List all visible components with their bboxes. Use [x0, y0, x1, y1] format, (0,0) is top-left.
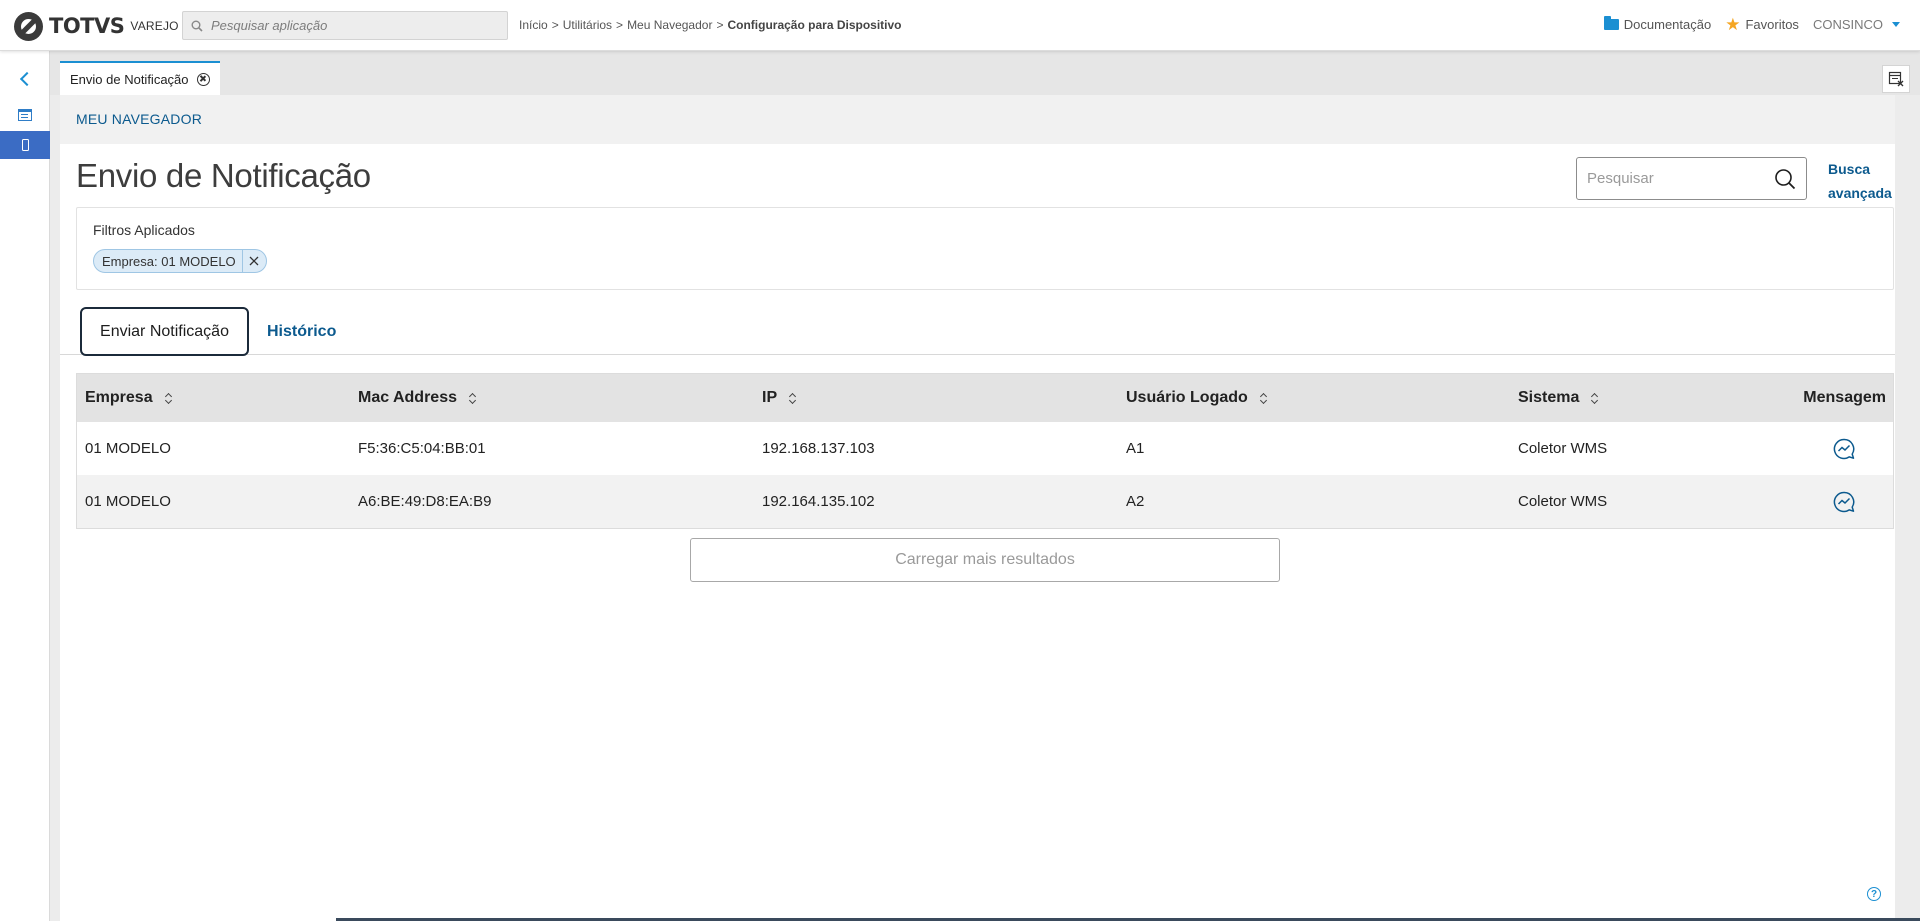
totvs-logo[interactable]: TOTVS VAREJO [14, 11, 179, 41]
chevron-down-icon [1892, 22, 1900, 27]
close-icon [249, 256, 259, 266]
cell-sistema: Coletor WMS [1518, 440, 1608, 457]
remove-filter-button[interactable] [241, 250, 266, 272]
cell-sistema: Coletor WMS [1518, 493, 1608, 510]
header-actions: Documentação ★ Favoritos CONSINCO [1603, 16, 1900, 33]
cell-usuario: A2 [1126, 493, 1145, 510]
page-search-box[interactable] [1576, 157, 1807, 200]
column-label: Empresa [85, 389, 153, 406]
devices-table: Empresa Mac Address IP Usuário Logado Si… [76, 373, 1894, 529]
column-header-sistema[interactable]: Sistema [1518, 374, 1598, 422]
send-message-icon[interactable] [1833, 491, 1855, 513]
tab-historico[interactable]: Histórico [267, 307, 336, 356]
cell-usuario: A1 [1126, 440, 1145, 457]
search-icon [183, 20, 211, 32]
sort-icon[interactable] [469, 393, 476, 404]
column-label: IP [762, 389, 778, 406]
table-header: Empresa Mac Address IP Usuário Logado Si… [77, 374, 1893, 422]
filters-label: Filtros Aplicados [93, 222, 195, 238]
table-row: 01 MODELO F5:36:C5:04:BB:01 192.168.137.… [77, 422, 1893, 475]
top-bar: TOTVS VAREJO Início>Utilitários>Meu Nave… [0, 0, 1920, 51]
sort-icon[interactable] [165, 393, 172, 404]
breadcrumb-separator: > [716, 18, 724, 32]
sort-icon[interactable] [1260, 393, 1267, 404]
breadcrumb-item-utilitarios[interactable]: Utilitários [563, 18, 612, 32]
documentation-link[interactable]: Documentação [1603, 16, 1712, 32]
app-search-input[interactable] [211, 18, 491, 33]
filter-chip-empresa: Empresa: 01 MODELO [93, 249, 267, 273]
table-row: 01 MODELO A6:BE:49:D8:EA:B9 192.164.135.… [77, 475, 1893, 528]
column-label: Usuário Logado [1126, 389, 1248, 406]
close-all-tabs-button[interactable] [1882, 65, 1910, 93]
rail-item-calendar[interactable] [0, 101, 50, 129]
breadcrumb-separator: > [616, 18, 624, 32]
star-icon: ★ [1725, 15, 1741, 34]
tab-enviar-notificacao[interactable]: Enviar Notificação [80, 307, 249, 356]
applied-filters: Filtros Aplicados Empresa: 01 MODELO [76, 207, 1894, 290]
logo-subtitle: VAREJO [130, 19, 179, 33]
window-list-icon [1888, 71, 1904, 87]
user-menu[interactable]: CONSINCO [1813, 17, 1900, 32]
column-header-empresa[interactable]: Empresa [85, 374, 172, 422]
mobile-device-icon [21, 139, 29, 151]
send-message-icon[interactable] [1833, 438, 1855, 460]
advanced-search-link[interactable]: Busca avançada [1828, 157, 1898, 205]
chevron-left-icon [19, 71, 35, 87]
calendar-icon [18, 109, 32, 121]
search-icon[interactable] [1774, 168, 1796, 190]
help-icon[interactable]: ? [1867, 887, 1881, 901]
close-icon[interactable] [196, 72, 210, 86]
main-panel: MEU NAVEGADOR Envio de Notificação Busca… [60, 95, 1895, 921]
work-tab-label: Envio de Notificação [70, 71, 189, 87]
filter-chip-label: Empresa: 01 MODELO [102, 253, 236, 269]
column-header-usuario-logado[interactable]: Usuário Logado [1126, 374, 1267, 422]
app-search-box[interactable] [182, 11, 508, 40]
rail-item-device[interactable] [0, 131, 50, 159]
cell-ip: 192.164.135.102 [762, 493, 875, 510]
column-label: Mensagem [1803, 389, 1886, 406]
section-header: MEU NAVEGADOR [60, 95, 1895, 144]
column-label: Mac Address [358, 389, 457, 406]
sort-icon[interactable] [1591, 393, 1598, 404]
folder-icon [1603, 16, 1619, 30]
page-search-input[interactable] [1587, 170, 1767, 187]
cell-empresa: 01 MODELO [85, 493, 171, 510]
column-header-mac-address[interactable]: Mac Address [358, 374, 476, 422]
collapse-button[interactable] [0, 65, 50, 93]
totvs-logo-icon [14, 11, 43, 41]
section-label[interactable]: MEU NAVEGADOR [76, 111, 202, 127]
documentation-label: Documentação [1623, 17, 1712, 32]
cell-mac-address: A6:BE:49:D8:EA:B9 [358, 493, 492, 510]
column-header-ip[interactable]: IP [762, 374, 796, 422]
column-header-mensagem: Mensagem [1803, 374, 1886, 422]
sort-icon[interactable] [789, 393, 796, 404]
favorites-link[interactable]: ★ Favoritos [1725, 16, 1799, 33]
tab-bar: Enviar Notificação Histórico [60, 303, 1895, 356]
load-more-button[interactable]: Carregar mais resultados [690, 538, 1280, 582]
logo-text: TOTVS [49, 14, 125, 38]
breadcrumb-separator: > [551, 18, 559, 32]
breadcrumb-item-inicio[interactable]: Início [519, 18, 548, 32]
left-rail [0, 51, 50, 921]
breadcrumb: Início > Utilitários > Meu Navegador > Configu… [519, 18, 902, 32]
work-tab-envio-notificacao[interactable]: Envio de Notificação [60, 61, 220, 95]
user-name: CONSINCO [1812, 17, 1883, 32]
work-tab-strip: Envio de Notificação [50, 51, 1920, 95]
page-title: Envio de Notificação [76, 157, 371, 194]
breadcrumb-item-current: Configuração para Dispositivo [727, 18, 902, 32]
favorites-label: Favoritos [1745, 17, 1799, 32]
cell-ip: 192.168.137.103 [762, 440, 875, 457]
breadcrumb-item-meu-navegador[interactable]: Meu Navegador [627, 18, 712, 32]
column-label: Sistema [1518, 389, 1580, 406]
cell-empresa: 01 MODELO [85, 440, 171, 457]
cell-mac-address: F5:36:C5:04:BB:01 [358, 440, 486, 457]
